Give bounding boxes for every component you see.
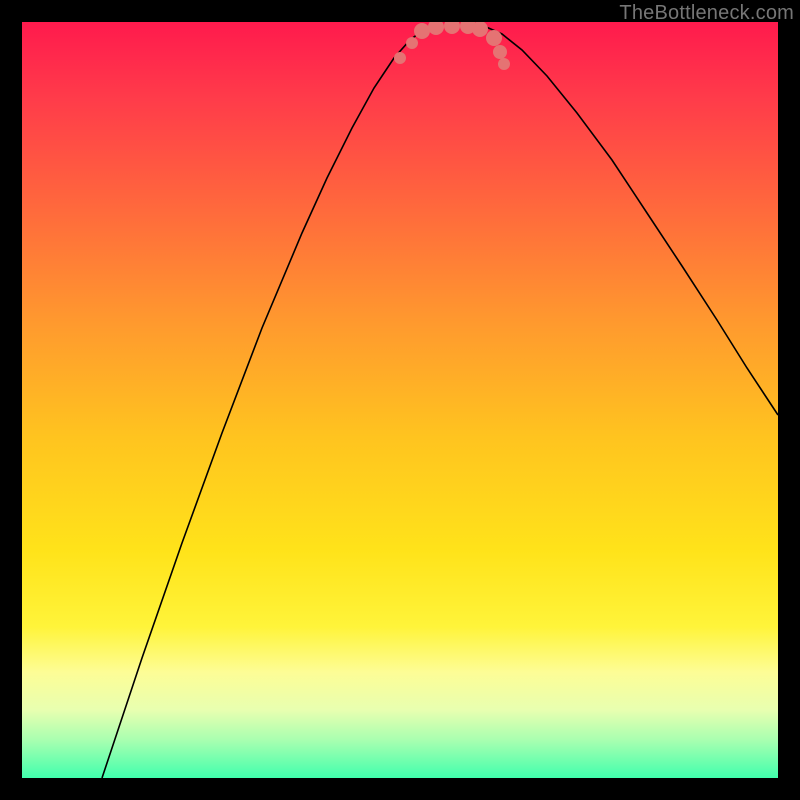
outer-frame: TheBottleneck.com xyxy=(0,0,800,800)
valley-dot xyxy=(472,22,488,37)
valley-dot xyxy=(406,37,418,49)
valley-dot xyxy=(428,22,444,35)
curve-left xyxy=(102,26,437,778)
watermark-text: TheBottleneck.com xyxy=(619,2,794,25)
valley-dot xyxy=(414,23,430,39)
valley-dot xyxy=(394,52,406,64)
valley-dot xyxy=(486,30,502,46)
valley-dot xyxy=(444,22,460,34)
plot-area xyxy=(22,22,778,778)
curve-right xyxy=(484,26,778,415)
valley-dot xyxy=(493,45,507,59)
chart-svg xyxy=(22,22,778,778)
valley-dot xyxy=(498,58,510,70)
